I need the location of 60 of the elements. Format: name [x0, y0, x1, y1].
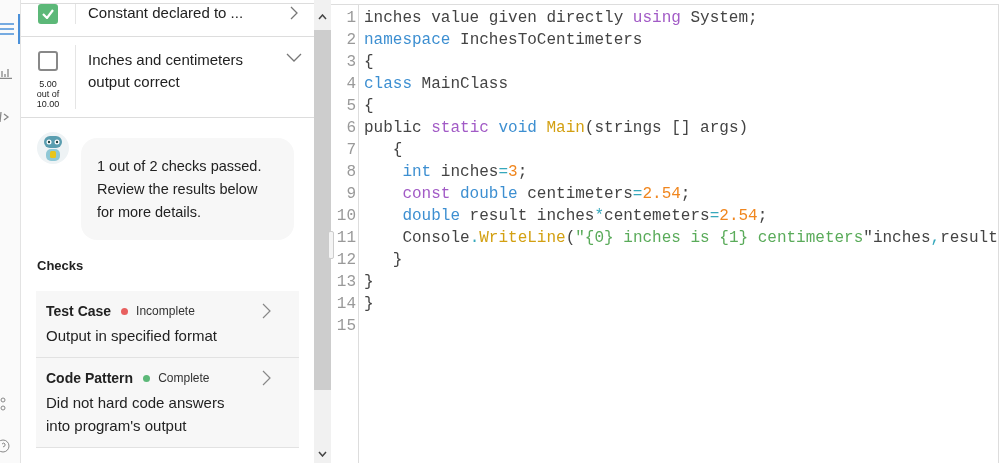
- code-line: const double centimeters=2.54;: [401, 184, 692, 205]
- criterion-label[interactable]: Inches and centimeters output correct: [88, 49, 274, 93]
- code-line: }: [364, 272, 375, 293]
- code-line: namespace InchesToCentimeters: [364, 30, 644, 51]
- criterion-label[interactable]: Constant declared to ...: [88, 4, 274, 24]
- chevron-right-icon[interactable]: [289, 6, 299, 20]
- line-number: 9: [345, 184, 357, 205]
- check-description: Output in specified format: [46, 326, 218, 346]
- score-label: 5.00 out of 10.00: [35, 79, 61, 109]
- list-icon: [0, 23, 14, 35]
- line-number: 4: [345, 74, 357, 95]
- line-number: 14: [335, 294, 357, 315]
- code-line: {: [391, 140, 404, 161]
- code-line: double result inches*centemeters=2.54;: [401, 206, 769, 227]
- chevron-right-icon: [262, 370, 271, 386]
- code-line: inches value given directly using System;: [364, 8, 759, 29]
- scroll-down-icon[interactable]: [318, 451, 327, 457]
- check-status: Complete: [158, 371, 210, 385]
- scrollbar-thumb[interactable]: [314, 30, 331, 390]
- checkbox[interactable]: [38, 51, 58, 71]
- bar-chart-icon: [0, 67, 12, 79]
- checkmark-icon: [42, 9, 54, 19]
- help-icon: [0, 439, 10, 453]
- feedback-message: 1 out of 2 checks passed. Review the results below for more details.: [81, 138, 294, 240]
- code-line: public static void Main(strings [] args): [364, 118, 750, 139]
- check-card[interactable]: Test Case Incomplete Output in specified format: [36, 291, 299, 358]
- line-number: 11: [335, 228, 357, 249]
- code-line: Console.WriteLine("{0} inches is {1} centimeters"inches,result: [401, 228, 998, 249]
- code-line: {: [364, 52, 375, 73]
- chevron-right-icon: [262, 303, 271, 319]
- code-line: int inches=3;: [401, 162, 529, 183]
- code-line: class MainClass: [364, 74, 510, 95]
- check-type: Code Pattern: [46, 370, 134, 386]
- checkbox[interactable]: [38, 4, 58, 24]
- scrollbar-track[interactable]: [314, 0, 331, 463]
- line-number: 15: [335, 316, 357, 337]
- robot-avatar-icon: [37, 132, 69, 164]
- check-card[interactable]: Code Pattern Complete Did not hard code answers into program's output: [36, 358, 299, 448]
- code-line: }: [364, 294, 375, 315]
- line-number: 13: [335, 272, 357, 293]
- section-heading: Checks: [36, 257, 85, 273]
- line-number: 7: [345, 140, 357, 161]
- code-line: }: [391, 250, 404, 271]
- line-number: 1: [345, 8, 357, 29]
- line-number: 3: [345, 52, 357, 73]
- line-number: 5: [345, 96, 357, 117]
- line-number: 12: [335, 250, 357, 271]
- nodes-icon: [0, 397, 8, 411]
- scroll-up-icon[interactable]: [318, 14, 327, 20]
- check-description: Did not hard code answers into program's output: [46, 393, 226, 436]
- code-line: {: [364, 96, 375, 117]
- line-number: 6: [345, 118, 357, 139]
- chevron-down-icon[interactable]: [286, 53, 302, 62]
- check-type: Test Case: [46, 303, 112, 319]
- resize-handle[interactable]: [328, 231, 334, 259]
- line-number: 2: [345, 30, 357, 51]
- line-number: 8: [345, 162, 357, 183]
- check-status: Incomplete: [136, 304, 195, 318]
- line-number: 10: [335, 206, 357, 227]
- code-icon: [0, 111, 10, 123]
